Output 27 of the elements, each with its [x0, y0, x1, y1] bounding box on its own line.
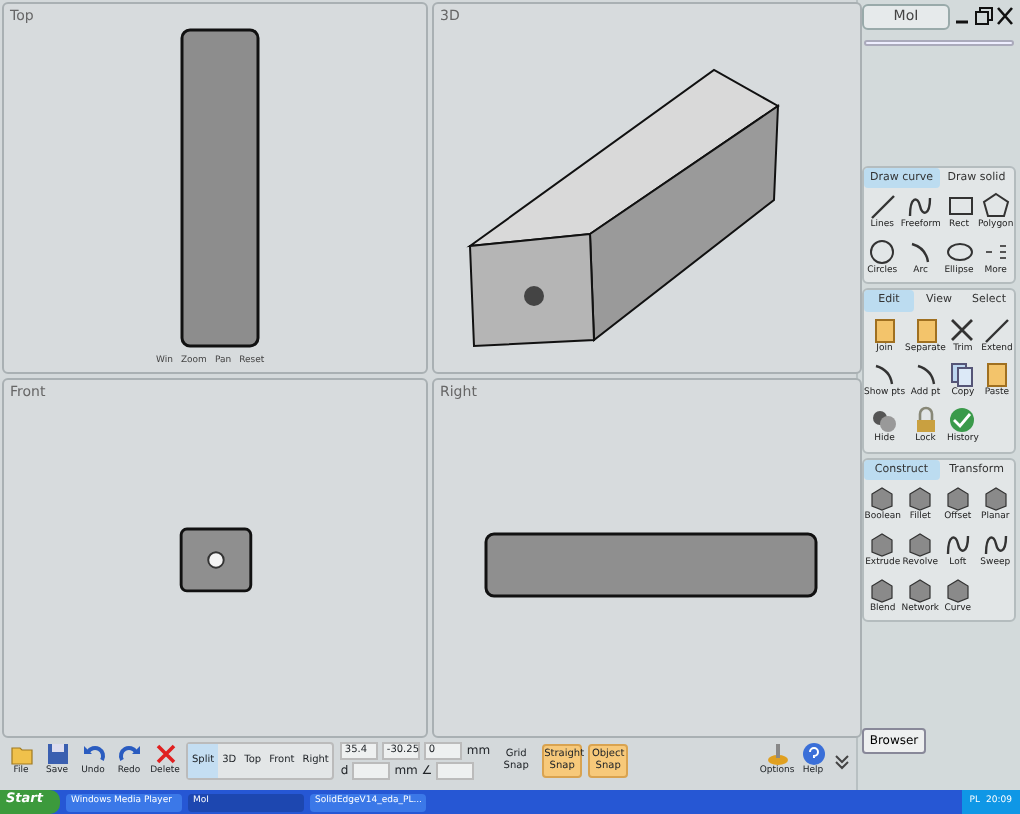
arc-icon [870, 360, 899, 389]
help-icon [801, 742, 825, 767]
maximize-icon[interactable] [975, 7, 993, 26]
ellipse-icon [945, 237, 974, 265]
polygon-icon [981, 191, 1010, 220]
document-icon [911, 315, 940, 343]
close-icon[interactable] [996, 7, 1014, 26]
spheres-icon [870, 406, 899, 434]
angle-field[interactable] [436, 762, 475, 780]
distance-field[interactable] [352, 762, 391, 780]
circle-icon [868, 237, 897, 265]
arc-icon [906, 237, 935, 265]
box-end-drawing [179, 527, 253, 593]
minimize-icon[interactable] [956, 21, 968, 24]
undo-icon [81, 742, 105, 767]
folder-icon [9, 742, 33, 767]
redo-icon [117, 742, 141, 767]
chevron-icon[interactable] [834, 753, 850, 769]
rectangle-icon [945, 191, 974, 220]
line-icon [982, 315, 1011, 343]
document-icon [982, 360, 1011, 389]
line-icon [868, 191, 897, 220]
options-icon [765, 742, 789, 767]
copy-icon [948, 360, 977, 389]
delete-icon [153, 742, 177, 767]
document-icon [870, 315, 899, 343]
lock-icon [911, 406, 940, 434]
